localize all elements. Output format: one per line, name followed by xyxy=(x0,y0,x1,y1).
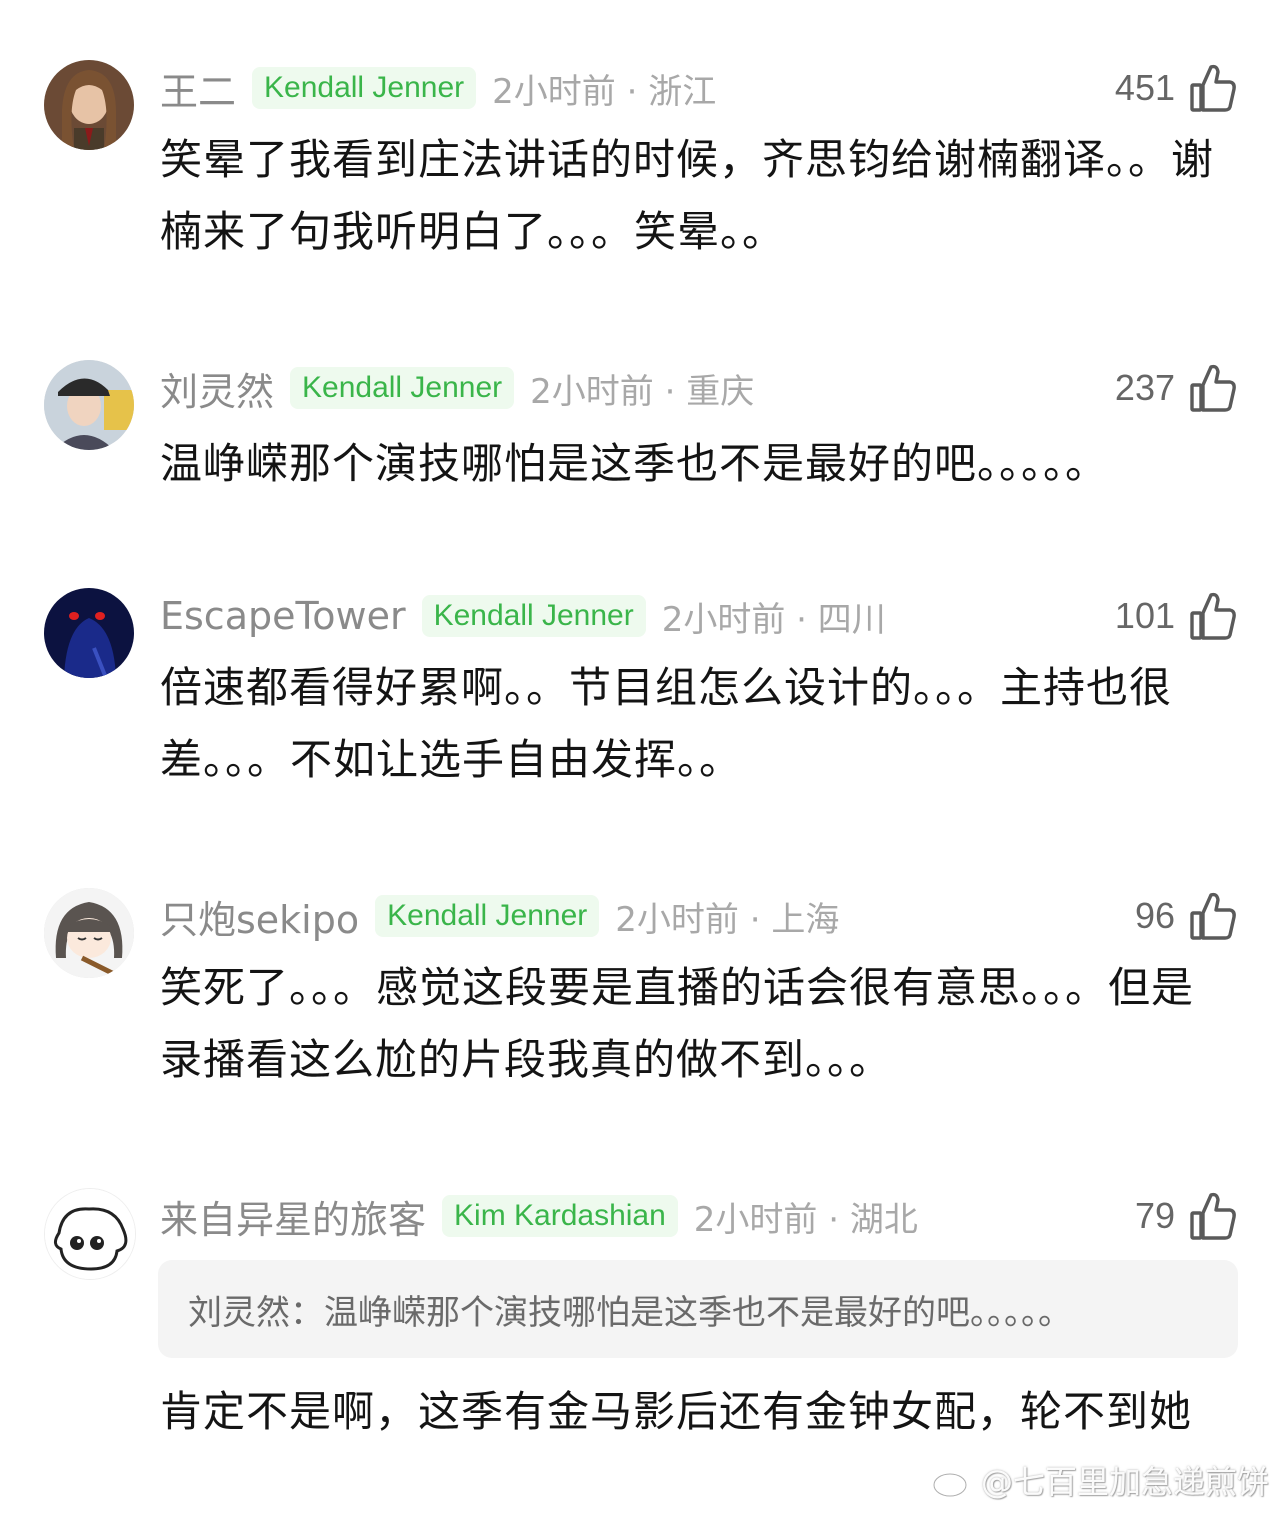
comment-text: 肯定不是啊，这季有金马影后还有金钟女配，轮不到她 xyxy=(160,1387,1193,1436)
thumbs-up-icon[interactable] xyxy=(1189,891,1237,941)
avatar[interactable] xyxy=(44,60,134,150)
username[interactable]: EscapeTower xyxy=(160,594,406,638)
username[interactable]: 刘灵然 xyxy=(160,361,274,416)
avatar[interactable] xyxy=(44,1188,136,1280)
like-button[interactable]: 101 xyxy=(1115,588,1237,644)
avatar[interactable] xyxy=(44,888,134,978)
thumbs-up-icon[interactable] xyxy=(1189,1191,1237,1241)
comment-meta: 来自异星的旅客 Kim Kardashian 2小时前 · 湖北 xyxy=(160,1188,918,1244)
like-button[interactable]: 79 xyxy=(1135,1188,1237,1244)
user-badge: Kendall Jenner xyxy=(290,367,515,409)
comment-meta: EscapeTower Kendall Jenner 2小时前 · 四川 xyxy=(160,588,886,644)
comment-text: 温峥嵘那个演技哪怕是这季也不是最好的吧。。。。。 xyxy=(160,439,1109,488)
user-badge: Kim Kardashian xyxy=(442,1195,678,1237)
avatar[interactable] xyxy=(44,588,134,678)
username[interactable]: 来自异星的旅客 xyxy=(160,1189,426,1244)
avatar[interactable] xyxy=(44,360,134,450)
time-location: 2小时前 · 湖北 xyxy=(693,1199,918,1240)
comment-text: 笑死了。。。感觉这段要是直播的话会很有意思。。。但是录播看这么尬的片段我真的做不… xyxy=(160,963,1195,1084)
user-badge: Kendall Jenner xyxy=(421,595,646,637)
watermark: @七百里加急递煎饼 xyxy=(931,1457,1269,1503)
time-location: 2小时前 · 上海 xyxy=(615,899,840,940)
like-count: 101 xyxy=(1114,595,1175,636)
time-location: 2小时前 · 浙江 xyxy=(492,71,717,112)
thumbs-up-icon[interactable] xyxy=(1189,363,1237,413)
username[interactable]: 只炮sekipo xyxy=(160,889,359,944)
like-button[interactable]: 96 xyxy=(1135,888,1237,944)
thumbs-up-icon[interactable] xyxy=(1189,63,1237,113)
watermark-text: @七百里加急递煎饼 xyxy=(980,1463,1269,1501)
like-count: 79 xyxy=(1134,1195,1175,1236)
user-badge: Kendall Jenner xyxy=(252,67,477,109)
quoted-reply[interactable]: 刘灵然：温峥嵘那个演技哪怕是这季也不是最好的吧。。。。。 xyxy=(158,1260,1238,1358)
comment-meta: 刘灵然 Kendall Jenner 2小时前 · 重庆 xyxy=(160,360,754,416)
like-count: 451 xyxy=(1114,67,1175,108)
thumbs-up-icon[interactable] xyxy=(1189,591,1237,641)
like-button[interactable]: 451 xyxy=(1115,60,1237,116)
like-count: 96 xyxy=(1134,895,1175,936)
user-badge: Kendall Jenner xyxy=(375,895,600,937)
time-location: 2小时前 · 四川 xyxy=(661,599,886,640)
comment-meta: 王二 Kendall Jenner 2小时前 · 浙江 xyxy=(160,60,716,116)
comment-text: 笑晕了我看到庄法讲话的时候，齐思钧给谢楠翻译。。谢楠来了句我听明白了。。。笑晕。… xyxy=(160,135,1215,256)
comment-text: 倍速都看得好累啊。。节目组怎么设计的。。。主持也很差。。。不如让选手自由发挥。。 xyxy=(160,663,1173,784)
weibo-logo-icon xyxy=(931,1460,975,1500)
comment-meta: 只炮sekipo Kendall Jenner 2小时前 · 上海 xyxy=(160,888,839,944)
like-count: 237 xyxy=(1114,367,1175,408)
time-location: 2小时前 · 重庆 xyxy=(530,371,755,412)
like-button[interactable]: 237 xyxy=(1115,360,1237,416)
username[interactable]: 王二 xyxy=(160,61,236,116)
